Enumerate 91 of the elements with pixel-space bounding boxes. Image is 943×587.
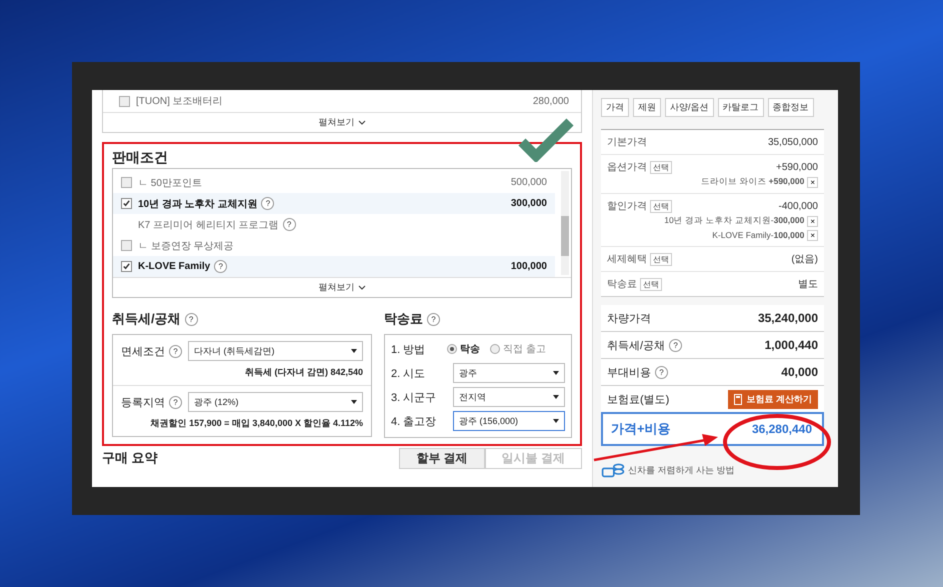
checkbox[interactable] [119,96,130,106]
help-icon[interactable]: ? [655,366,668,378]
field-label: 3. 시군구 [391,390,438,404]
promo-text: 신차를 저렴하게 사는 방법 [628,464,735,476]
condition-label: K-LOVE Family [138,261,210,272]
checkmark-drawing [518,118,574,162]
info-tab[interactable]: 카탈로그 [718,98,764,117]
caret-icon [351,349,357,353]
price-value: 35,050,000 [768,136,818,148]
coins-icon [601,462,625,478]
total-label: 보험료(별도) [607,392,670,406]
price-value: +590,000 [776,162,818,172]
condition-label: ㄴ 보증연장 무상제공 [138,240,234,252]
checkbox[interactable] [121,240,132,251]
condition-label: ㄴ 50만포인트 [138,176,202,190]
field-label: 2. 시도 [391,366,426,380]
section-title: 취득세/공채 [112,310,181,328]
checkbox[interactable] [121,261,132,272]
price-value: 별도 [798,278,818,291]
help-icon[interactable]: ? [282,218,296,231]
help-icon[interactable]: ? [184,312,198,326]
total-label: 차량가격 [607,312,651,326]
total-value: 35,240,000 [758,311,818,325]
checkbox[interactable] [121,177,132,188]
select-button[interactable]: 선택 [650,200,672,212]
dropdown[interactable]: 광주 (12%) [188,392,363,412]
price-label: 할인가격 [607,200,647,213]
price-label: 옵션가격 [607,161,647,174]
dropdown[interactable]: 다자녀 (취득세감면) [188,341,363,361]
info-tab[interactable]: 가격 [601,98,629,117]
scrollbar[interactable] [561,171,569,275]
condition-amount: 300,000 [510,198,547,209]
chevron-icon [358,285,366,290]
selected-item: K-LOVE Family-100,000 [712,230,804,240]
condition-label: 10년 경과 노후차 교체지원 [138,198,258,210]
remove-button[interactable]: × [807,176,818,188]
help-icon[interactable]: ? [169,344,182,358]
grand-total-label: 가격+비용 [611,420,671,438]
insurance-button[interactable]: 보험료 계산하기 [728,390,818,408]
condition-label: K7 프리미어 헤리티지 프로그램 [138,218,279,232]
section-title: 구매 요약 [102,449,158,467]
option-label: [TUON] 보조배터리 [136,95,224,108]
chevron-icon [358,120,366,125]
payment-tab[interactable]: 할부 결제 [399,448,485,468]
selected-item: 드라이브 와이즈 +590,000 [700,176,804,188]
total-value: 40,000 [781,365,818,379]
total-label: 부대비용 [607,366,651,380]
remove-button[interactable]: × [807,230,818,240]
section-title: 판매조건 [112,148,169,167]
caret-icon [351,400,357,404]
section-title: 탁송료 [384,310,423,328]
caret-icon [553,419,559,423]
condition-amount: 100,000 [510,261,547,272]
checkbox[interactable] [121,198,132,209]
dropdown[interactable]: 광주 (156,000) [453,411,565,431]
condition-amount: 500,000 [510,177,547,188]
select-button[interactable]: 선택 [650,252,672,266]
help-icon[interactable]: ? [669,338,682,352]
price-label: 세제혜택 [607,253,647,266]
info-tab[interactable]: 종합정보 [768,98,814,117]
total-label: 취득세/공채 [607,338,666,352]
radio-option[interactable]: 직접 출고 [490,342,546,356]
info-tab[interactable]: 제원 [633,98,661,117]
info-tab[interactable]: 사양/옵션 [665,98,714,117]
help-icon[interactable]: ? [214,260,228,273]
radio-option[interactable]: 탁송 [447,342,480,356]
remove-button[interactable]: × [807,216,818,226]
option-price: 280,000 [532,96,569,106]
calculator-icon [734,394,742,404]
field-label: 1. 방법 [391,342,426,356]
price-value: -400,000 [778,200,818,212]
field-label: 4. 출고장 [391,414,438,428]
help-icon[interactable]: ? [169,396,182,408]
tax-note: 채권할인 157,900 = 매입 3,840,000 X 할인율 4.112% [150,417,363,430]
tax-note: 취득세 (다자녀 감면) 842,540 [244,366,363,379]
field-label: 등록지역 [121,396,165,410]
help-icon[interactable]: ? [261,197,274,210]
price-value: (없음) [791,253,818,266]
select-button[interactable]: 선택 [650,160,672,174]
total-value: 1,000,440 [764,338,818,352]
help-icon[interactable]: ? [427,312,440,326]
dropdown[interactable]: 광주 [453,363,565,383]
caret-icon [553,371,559,375]
select-button[interactable]: 선택 [640,278,662,290]
field-label: 면세조건 [121,344,165,358]
price-label: 탁송료 [607,278,637,291]
grand-total-value: 36,280,440 [752,422,812,436]
dropdown[interactable]: 전지역 [453,387,565,407]
price-label: 기본가격 [607,136,647,149]
caret-icon [553,395,559,399]
selected-item: 10년 경과 노후차 교체지원-300,000 [664,215,804,227]
